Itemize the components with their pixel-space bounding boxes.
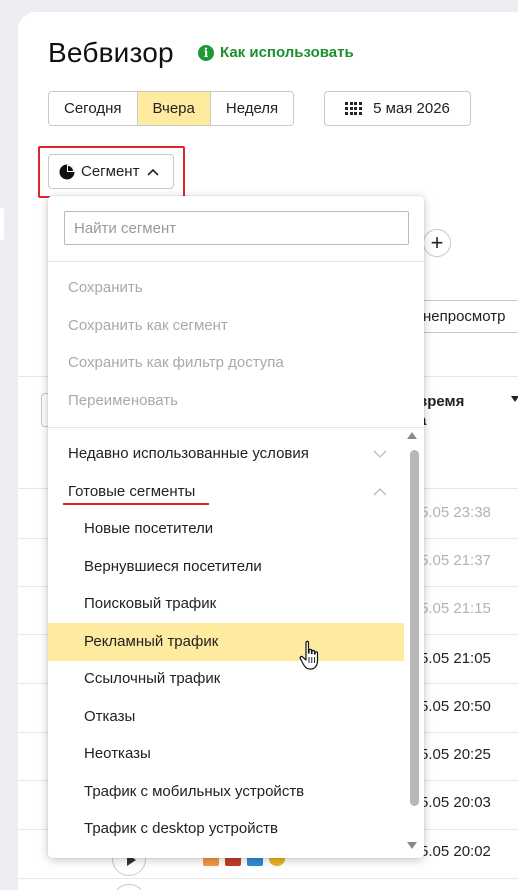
- period-week-button[interactable]: Неделя: [210, 92, 294, 125]
- dropdown-divider: [48, 261, 424, 262]
- segment-item[interactable]: Поисковый трафик: [84, 595, 216, 612]
- segment-search-input[interactable]: [64, 211, 409, 245]
- segment-button-label: Сегмент: [81, 163, 140, 180]
- session-time: 5.05 21:37: [420, 552, 491, 569]
- sidebar-stub[interactable]: [0, 208, 4, 240]
- ready-segments-underline: [63, 503, 209, 505]
- save-as-access-filter-action[interactable]: Сохранить как фильтр доступа: [68, 354, 284, 371]
- session-time: 5.05 20:02: [420, 843, 491, 860]
- sort-down-icon[interactable]: [511, 396, 518, 402]
- page-title: Вебвизор: [48, 37, 174, 68]
- chevron-up-icon: [147, 168, 160, 176]
- hand-cursor-icon: [299, 640, 319, 670]
- save-action[interactable]: Сохранить: [68, 279, 143, 296]
- pie-chart-icon: [59, 164, 75, 179]
- segment-item[interactable]: Отказы: [84, 708, 135, 725]
- session-time: 5.05 23:38: [420, 504, 491, 521]
- segment-item-hovered[interactable]: Рекламный трафик: [84, 633, 218, 650]
- date-picker-button[interactable]: 5 мая 2026: [324, 91, 471, 126]
- segment-item[interactable]: Трафик с desktop устройств: [84, 820, 278, 837]
- row-divider: [18, 878, 518, 879]
- time-column-header[interactable]: время а: [418, 392, 464, 430]
- segment-item[interactable]: Новые посетители: [84, 520, 213, 537]
- group-ready-segments[interactable]: Готовые сегменты: [68, 483, 195, 500]
- session-time: 5.05 21:05: [420, 650, 491, 667]
- help-link-label: Как использовать: [220, 44, 354, 61]
- save-as-segment-action[interactable]: Сохранить как сегмент: [68, 317, 228, 334]
- segment-item[interactable]: Неотказы: [84, 745, 151, 762]
- date-label: 5 мая 2026: [373, 100, 450, 117]
- period-yesterday-button[interactable]: Вчера: [137, 92, 211, 125]
- rename-action[interactable]: Переименовать: [68, 392, 178, 409]
- scrollbar-thumb[interactable]: [410, 450, 419, 806]
- dropdown-divider: [48, 427, 424, 428]
- segment-item[interactable]: Ссылочный трафик: [84, 670, 220, 687]
- segment-item[interactable]: Вернувшиеся посетители: [84, 558, 262, 575]
- chevron-up-icon[interactable]: [373, 488, 387, 496]
- session-time: 5.05 20:25: [420, 746, 491, 763]
- segment-button[interactable]: Сегмент: [48, 154, 174, 189]
- segment-dropdown: Сохранить Сохранить как сегмент Сохранит…: [48, 196, 424, 858]
- chevron-down-icon[interactable]: [373, 450, 387, 458]
- period-today-button[interactable]: Сегодня: [49, 92, 138, 125]
- calendar-icon: [345, 101, 362, 116]
- period-selector: Сегодня Вчера Неделя: [48, 91, 295, 126]
- session-time: 5.05 21:15: [420, 600, 491, 617]
- add-condition-button[interactable]: +: [423, 229, 451, 257]
- scroll-down-icon[interactable]: [407, 842, 417, 849]
- scroll-up-icon[interactable]: [407, 432, 417, 439]
- session-time: 5.05 20:03: [420, 794, 491, 811]
- segment-item[interactable]: Трафик с мобильных устройств: [84, 783, 304, 800]
- info-icon: i: [198, 44, 214, 61]
- session-time: 5.05 20:50: [420, 698, 491, 715]
- group-recent-conditions[interactable]: Недавно использованные условия: [68, 445, 309, 462]
- help-link[interactable]: i Как использовать: [198, 44, 354, 61]
